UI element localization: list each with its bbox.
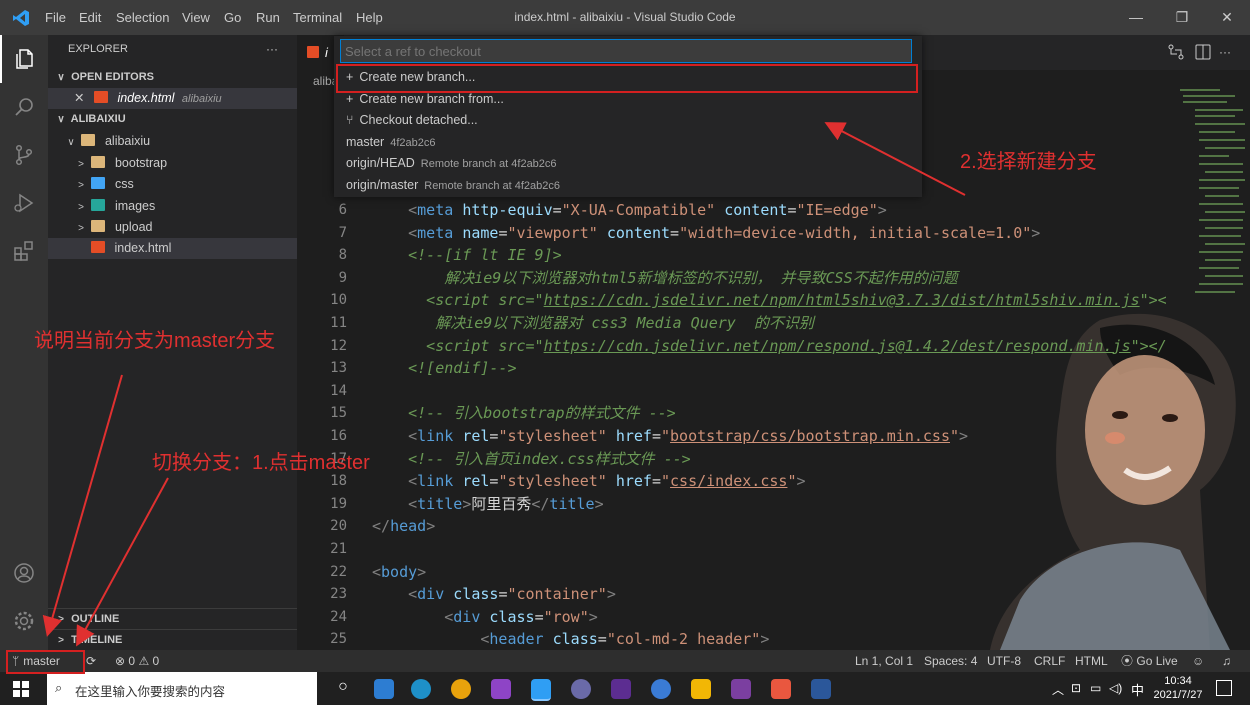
annotation-step1: 切换分支：1.点击master bbox=[152, 452, 370, 474]
arrow-to-create-branch bbox=[824, 122, 966, 196]
arrow-to-current-branch bbox=[42, 374, 123, 637]
arrow-to-click-master bbox=[76, 477, 169, 647]
annotation-step2: 2.选择新建分支 bbox=[960, 151, 1097, 173]
annotation-current-branch: 说明当前分支为master分支 bbox=[34, 330, 276, 352]
